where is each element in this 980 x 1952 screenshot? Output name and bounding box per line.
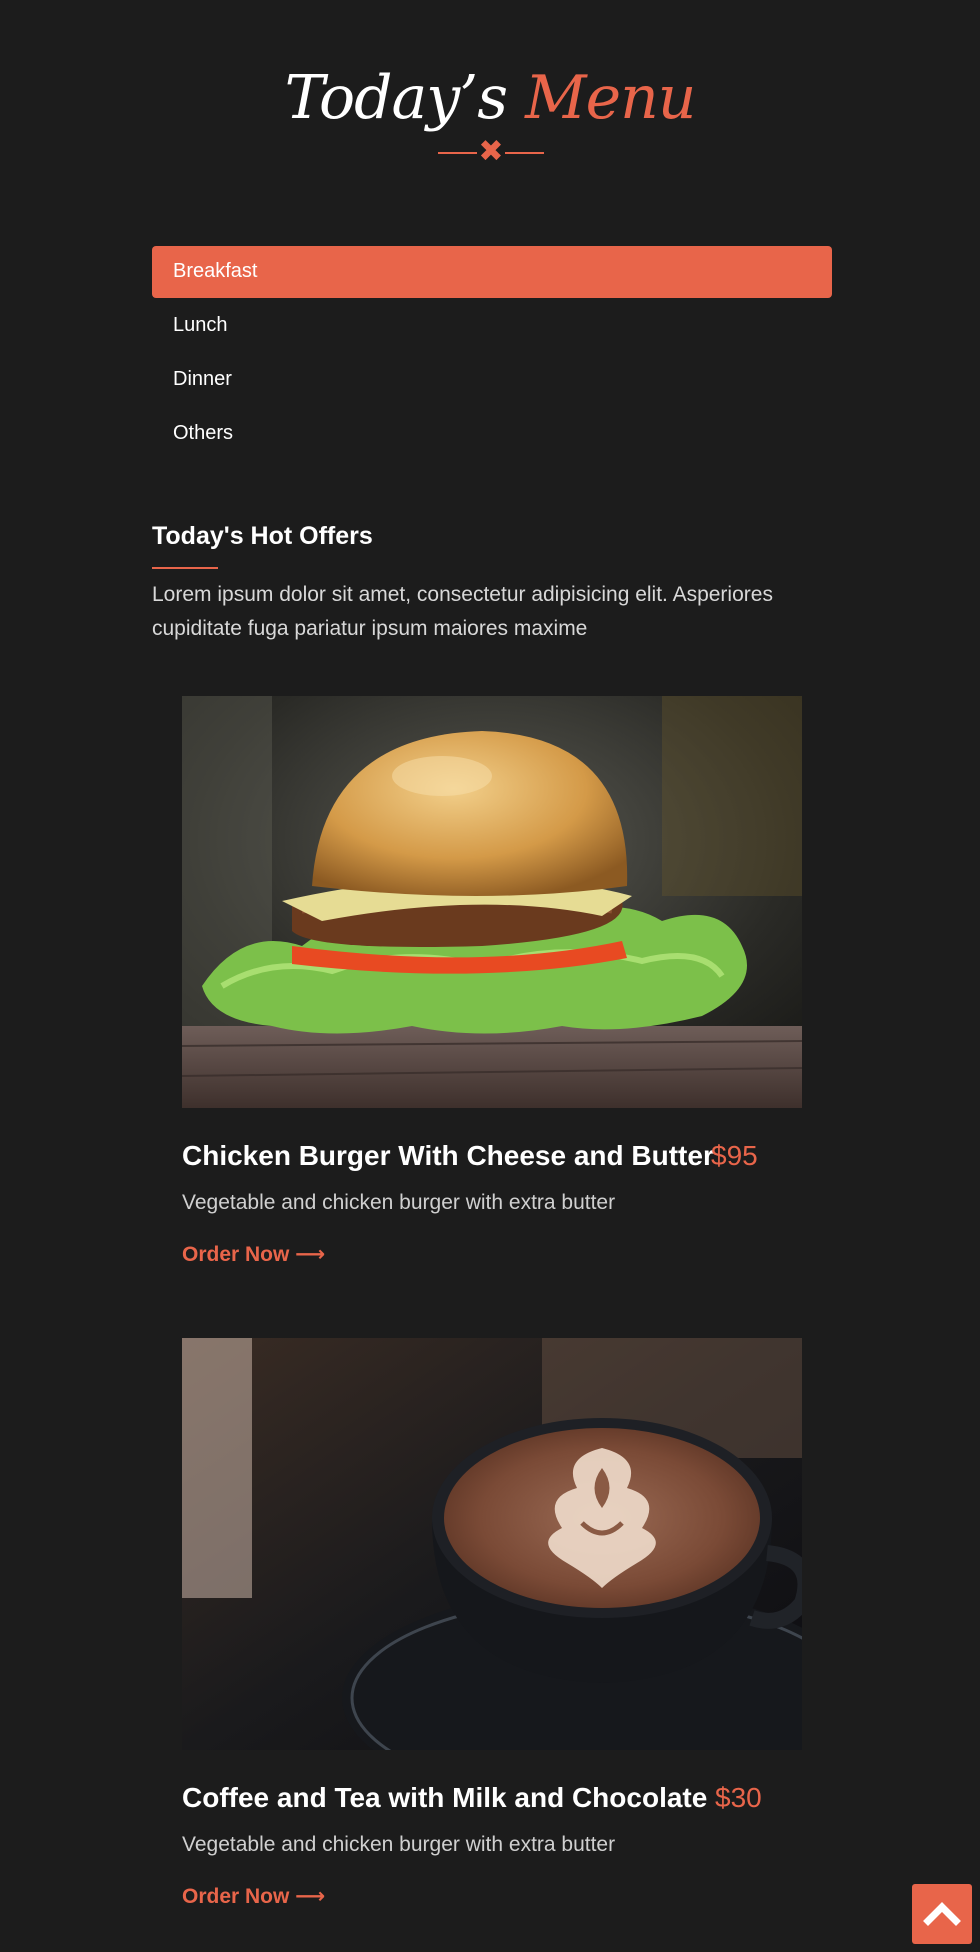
item-description: Vegetable and chicken burger with extra … <box>182 1833 616 1856</box>
coffee-photo <box>182 1338 802 1750</box>
tab-dinner[interactable]: Dinner <box>152 354 832 406</box>
menu-card: Chicken Burger With Cheese and Butter $9… <box>182 696 822 1267</box>
item-name: Chicken Burger With Cheese and Butter <box>182 1140 714 1171</box>
cross-icon: ✖ <box>477 135 505 168</box>
menu-card: Coffee and Tea with Milk and Chocolate $… <box>182 1338 822 1909</box>
page-title: Today’s Menu <box>0 58 980 138</box>
scroll-top-button[interactable] <box>912 1884 972 1944</box>
item-row: Coffee and Tea with Milk and Chocolate $… <box>182 1770 822 1830</box>
order-now-link[interactable]: Order Now ⟶ <box>182 1884 325 1909</box>
tab-lunch[interactable]: Lunch <box>152 300 832 352</box>
order-now-link[interactable]: Order Now ⟶ <box>182 1242 325 1267</box>
title-word-1: Today’s <box>284 63 508 133</box>
item-row: Chicken Burger With Cheese and Butter $9… <box>182 1128 822 1188</box>
title-word-2: Menu <box>525 63 696 133</box>
burger-photo <box>182 696 802 1108</box>
item-description: Vegetable and chicken burger with extra … <box>182 1191 616 1214</box>
chevron-up-icon <box>923 1902 961 1926</box>
section-underline <box>152 567 218 569</box>
section-title: Today's Hot Offers <box>152 522 373 550</box>
item-name: Coffee and Tea with Milk and Chocolate <box>182 1782 708 1813</box>
section-intro: Lorem ipsum dolor sit amet, consectetur … <box>152 583 773 640</box>
tab-others[interactable]: Others <box>152 408 832 460</box>
tab-breakfast[interactable]: Breakfast <box>152 246 832 298</box>
menu-tabs: Breakfast Lunch Dinner Others <box>152 246 832 462</box>
item-price: $95 <box>711 1140 758 1171</box>
title-divider: ✖ <box>438 135 544 168</box>
item-price: $30 <box>715 1782 762 1813</box>
